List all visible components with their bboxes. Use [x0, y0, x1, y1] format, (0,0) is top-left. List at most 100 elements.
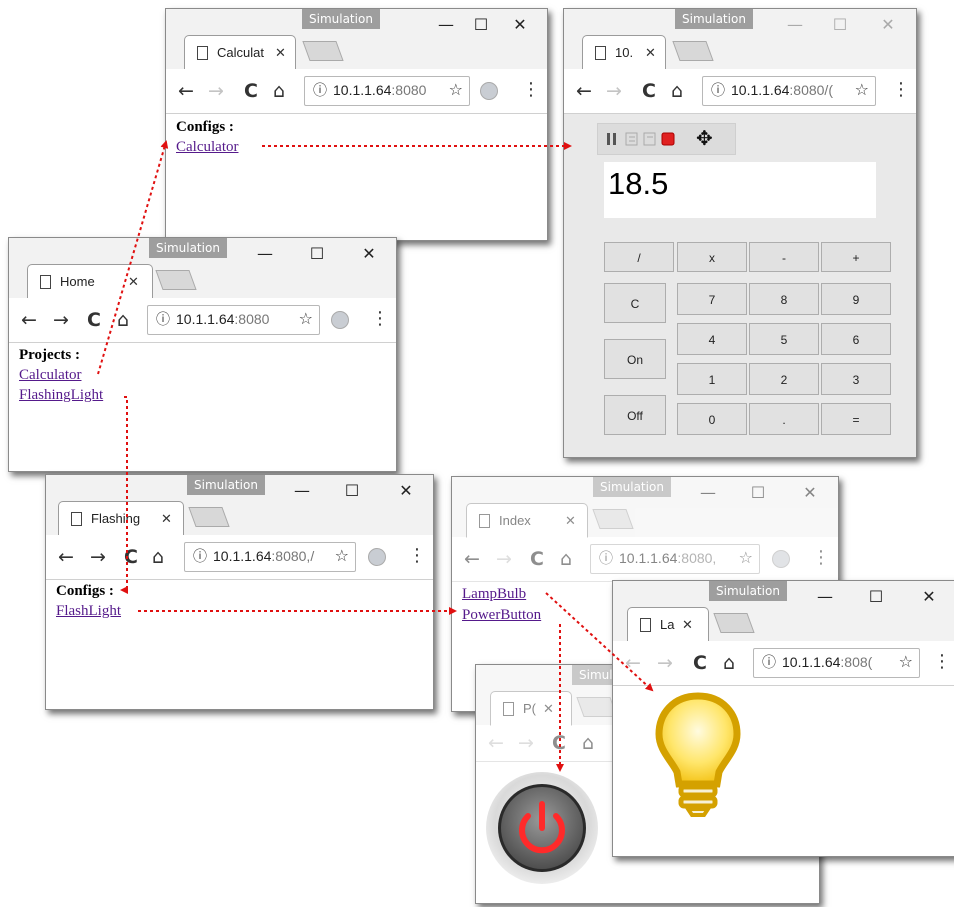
- forward-icon[interactable]: →: [53, 308, 69, 332]
- extension-icon[interactable]: [480, 82, 498, 100]
- tab-close-icon[interactable]: ✕: [543, 692, 554, 726]
- tab-power-button[interactable]: P( ✕: [490, 691, 572, 726]
- info-icon[interactable]: ⓘ: [156, 309, 170, 329]
- back-icon[interactable]: ←: [464, 547, 480, 571]
- minimize-button[interactable]: —: [247, 242, 283, 266]
- menu-icon[interactable]: ⋮: [812, 547, 830, 568]
- close-button[interactable]: ✕: [792, 481, 828, 505]
- divide-button[interactable]: /: [604, 242, 674, 272]
- address-bar[interactable]: ⓘ 10.1.1.64:8080, ☆: [590, 544, 760, 574]
- extension-icon[interactable]: [368, 548, 386, 566]
- flashlight-link[interactable]: FlashLight: [56, 603, 121, 620]
- minimize-button[interactable]: —: [284, 479, 320, 503]
- forward-icon[interactable]: →: [518, 731, 534, 755]
- close-button[interactable]: ✕: [388, 479, 424, 503]
- flashinglight-link[interactable]: FlashingLight: [19, 387, 103, 404]
- bookmark-star-icon[interactable]: ☆: [738, 548, 753, 567]
- menu-icon[interactable]: ⋮: [892, 79, 910, 100]
- clear-button[interactable]: C: [604, 283, 666, 323]
- on-button[interactable]: On: [604, 339, 666, 379]
- key-9[interactable]: 9: [821, 283, 891, 315]
- address-bar[interactable]: ⓘ 10.1.1.64:8080/( ☆: [702, 76, 876, 106]
- bookmark-star-icon[interactable]: ☆: [299, 309, 313, 328]
- reload-icon[interactable]: C: [530, 547, 544, 571]
- tab-home[interactable]: Home ✕: [27, 264, 153, 299]
- tab-close-icon[interactable]: ✕: [161, 502, 172, 536]
- tab-close-icon[interactable]: ✕: [645, 36, 656, 70]
- info-icon[interactable]: ⓘ: [193, 546, 207, 566]
- home-icon[interactable]: ⌂: [273, 79, 285, 103]
- tab-close-icon[interactable]: ✕: [565, 504, 576, 538]
- info-icon[interactable]: ⓘ: [711, 80, 725, 100]
- key-decimal[interactable]: .: [749, 403, 819, 435]
- maximize-button[interactable]: ☐: [858, 585, 894, 609]
- maximize-button[interactable]: ☐: [822, 13, 858, 37]
- close-button[interactable]: ✕: [870, 13, 906, 37]
- forward-icon[interactable]: →: [496, 547, 512, 571]
- menu-icon[interactable]: ⋮: [371, 308, 389, 329]
- tab-index[interactable]: Index ✕: [466, 503, 588, 538]
- minimize-button[interactable]: —: [428, 13, 464, 37]
- maximize-button[interactable]: ☐: [334, 479, 370, 503]
- tab-calculator-app[interactable]: 10. ✕: [582, 35, 666, 70]
- multiply-button[interactable]: x: [677, 242, 747, 272]
- home-icon[interactable]: ⌂: [723, 651, 735, 675]
- menu-icon[interactable]: ⋮: [408, 545, 426, 566]
- close-button[interactable]: ✕: [502, 13, 538, 37]
- key-4[interactable]: 4: [677, 323, 747, 355]
- bookmark-star-icon[interactable]: ☆: [854, 80, 869, 99]
- key-3[interactable]: 3: [821, 363, 891, 395]
- step-back-icon[interactable]: [625, 132, 638, 146]
- tab-close-icon[interactable]: ✕: [275, 36, 286, 70]
- key-6[interactable]: 6: [821, 323, 891, 355]
- info-icon[interactable]: ⓘ: [599, 548, 613, 568]
- menu-icon[interactable]: ⋮: [933, 651, 951, 672]
- close-button[interactable]: ✕: [911, 585, 947, 609]
- key-7[interactable]: 7: [677, 283, 747, 315]
- calculator-link[interactable]: Calculator: [19, 367, 81, 384]
- bookmark-star-icon[interactable]: ☆: [448, 80, 463, 99]
- new-tab-button[interactable]: [188, 507, 230, 527]
- maximize-button[interactable]: ☐: [299, 242, 335, 266]
- new-tab-button[interactable]: [302, 41, 344, 61]
- extension-icon[interactable]: [772, 550, 790, 568]
- reload-icon[interactable]: C: [642, 79, 656, 103]
- home-icon[interactable]: ⌂: [560, 547, 572, 571]
- forward-icon[interactable]: →: [90, 545, 106, 569]
- bookmark-star-icon[interactable]: ☆: [334, 546, 349, 565]
- new-tab-button[interactable]: [672, 41, 714, 61]
- key-8[interactable]: 8: [749, 283, 819, 315]
- tab-lamp-bulb[interactable]: La ✕: [627, 607, 709, 642]
- key-1[interactable]: 1: [677, 363, 747, 395]
- forward-icon[interactable]: →: [657, 651, 673, 675]
- new-tab-button[interactable]: [592, 509, 634, 529]
- move-icon[interactable]: ✥: [696, 126, 713, 150]
- minimize-button[interactable]: —: [807, 585, 843, 609]
- step-icon[interactable]: [643, 132, 656, 146]
- bookmark-star-icon[interactable]: ☆: [898, 652, 913, 671]
- key-equals[interactable]: =: [821, 403, 891, 435]
- minimize-button[interactable]: —: [777, 13, 813, 37]
- close-button[interactable]: ✕: [351, 242, 387, 266]
- plus-button[interactable]: +: [821, 242, 891, 272]
- info-icon[interactable]: ⓘ: [762, 652, 776, 672]
- reload-icon[interactable]: C: [87, 308, 101, 332]
- back-icon[interactable]: ←: [21, 308, 37, 332]
- key-2[interactable]: 2: [749, 363, 819, 395]
- off-button[interactable]: Off: [604, 395, 666, 435]
- stop-icon[interactable]: [661, 132, 675, 146]
- tab-close-icon[interactable]: ✕: [128, 265, 139, 299]
- power-button-icon[interactable]: [484, 770, 604, 890]
- address-bar[interactable]: ⓘ 10.1.1.64:8080,/ ☆: [184, 542, 356, 572]
- new-tab-button[interactable]: [713, 613, 755, 633]
- minus-button[interactable]: -: [749, 242, 819, 272]
- key-5[interactable]: 5: [749, 323, 819, 355]
- maximize-button[interactable]: ☐: [463, 13, 499, 37]
- calculator-link[interactable]: Calculator: [176, 139, 238, 156]
- tab-close-icon[interactable]: ✕: [682, 608, 693, 642]
- extension-icon[interactable]: [331, 311, 349, 329]
- home-icon[interactable]: ⌂: [671, 79, 683, 103]
- address-bar[interactable]: ⓘ 10.1.1.64:8080 ☆: [147, 305, 320, 335]
- key-0[interactable]: 0: [677, 403, 747, 435]
- reload-icon[interactable]: C: [244, 79, 258, 103]
